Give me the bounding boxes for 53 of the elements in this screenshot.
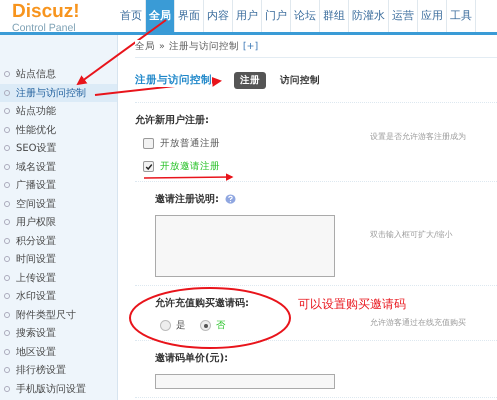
sidebar-item[interactable]: 域名设置 — [0, 158, 117, 176]
sidebar-item[interactable]: 附件类型尺寸 — [0, 306, 117, 324]
checkbox[interactable] — [143, 138, 154, 149]
checkbox-label: 开放邀请注册 — [160, 160, 220, 173]
text-area[interactable] — [155, 215, 335, 277]
radio-button[interactable] — [160, 320, 171, 331]
sidebar-item[interactable]: 性能优化 — [0, 120, 117, 139]
nav-tab[interactable]: 群组 — [320, 0, 349, 32]
sidebar-item[interactable]: 站点信息 — [0, 65, 117, 84]
nav-tab[interactable]: 界面 — [175, 0, 204, 32]
help-icon[interactable] — [225, 194, 236, 204]
radio-label: 是 — [176, 319, 186, 332]
sidebar-item[interactable]: 用户权限 — [0, 213, 117, 232]
sidebar-item[interactable]: 注册与访问控制 — [0, 84, 117, 102]
nav-tab[interactable]: 用户 — [233, 0, 262, 32]
setting-label: 邀请码单价(元): — [155, 352, 228, 365]
sidebar-item[interactable]: 积分设置 — [0, 232, 117, 250]
logo-subtitle: Control Panel — [12, 22, 77, 34]
annotation-text: 可以设置购买邀请码 — [298, 296, 406, 313]
sidebar-item[interactable]: 排行榜设置 — [0, 361, 117, 380]
setting-hint: 双击输入框可扩大/缩小 — [370, 229, 453, 240]
add-link[interactable]: [+] — [242, 40, 258, 52]
setting-label: 允许充值购买邀请码: — [155, 296, 249, 310]
page-tab[interactable]: 访问控制 — [274, 72, 326, 88]
nav-tab[interactable]: 首页 — [117, 0, 146, 32]
sidebar-item[interactable]: 搜索设置 — [0, 324, 117, 342]
page-title: 注册与访问控制 — [135, 73, 212, 87]
sidebar-item[interactable]: 水印设置 — [0, 287, 117, 306]
setting-label: 允许新用户注册: — [135, 113, 209, 127]
nav-tab[interactable]: 应用 — [418, 0, 447, 32]
setting-label: 邀请注册说明: — [155, 192, 219, 206]
page-tab[interactable]: 注册 — [234, 72, 266, 88]
sidebar-item[interactable]: SEO设置 — [0, 139, 117, 158]
logo-text: Discuz! — [12, 1, 81, 22]
radio-button[interactable] — [200, 320, 211, 331]
setting-hint: 设置是否允许游客注册成为 — [370, 131, 466, 142]
sidebar-item[interactable]: 广播设置 — [0, 176, 117, 194]
breadcrumb-link[interactable]: 全局 — [135, 40, 155, 52]
nav-tab[interactable]: 运营 — [389, 0, 418, 32]
sidebar-item[interactable]: 手机版访问设置 — [0, 380, 117, 398]
checkbox-label: 开放普通注册 — [160, 137, 220, 150]
input-field[interactable] — [155, 374, 335, 389]
sidebar-item[interactable]: 时间设置 — [0, 250, 117, 268]
sidebar-item[interactable]: 地区设置 — [0, 342, 117, 361]
sidebar-item[interactable]: 上传设置 — [0, 268, 117, 287]
breadcrumb-current: 注册与访问控制 — [168, 40, 239, 52]
radio-label: 否 — [216, 319, 226, 332]
checkbox[interactable] — [143, 161, 154, 172]
nav-tab[interactable]: 论坛 — [291, 0, 320, 32]
setting-hint: 允许游客通过在线充值购买 — [370, 316, 466, 328]
sidebar-item[interactable]: 站点功能 — [0, 102, 117, 120]
nav-tab[interactable]: 工具 — [447, 0, 476, 32]
sidebar-item[interactable]: 空间设置 — [0, 194, 117, 213]
